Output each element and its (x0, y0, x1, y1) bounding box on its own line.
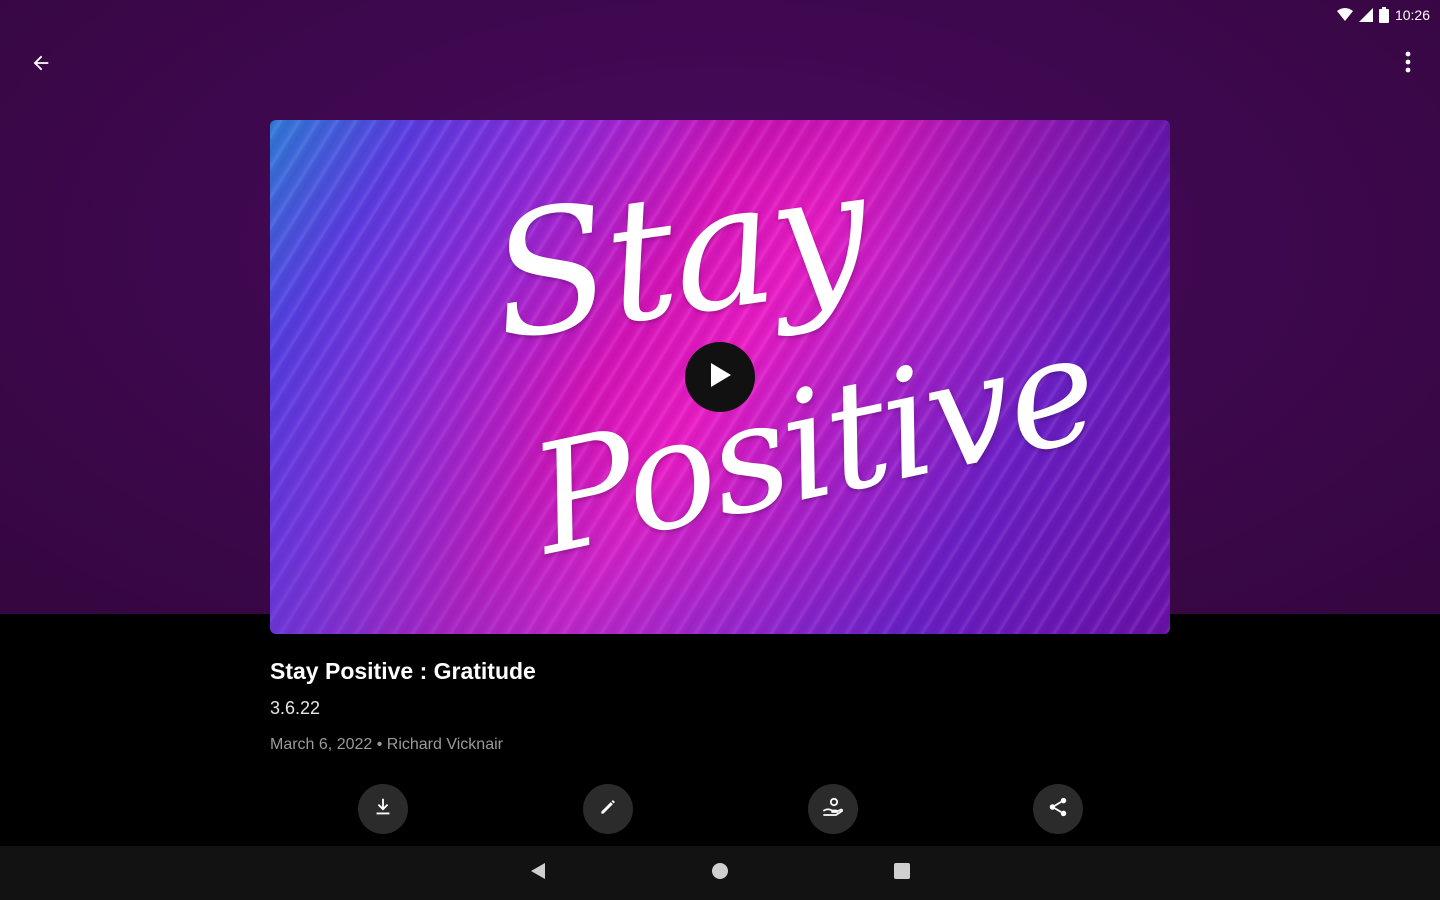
give-button[interactable] (808, 784, 858, 834)
status-time: 10:26 (1394, 7, 1430, 23)
play-button[interactable] (685, 342, 755, 412)
nav-recents-button[interactable] (889, 860, 915, 886)
thumbnail-text-line1: Stay (480, 130, 879, 380)
edit-button[interactable] (583, 784, 633, 834)
arrow-back-icon (30, 52, 52, 79)
back-button[interactable] (22, 46, 60, 84)
nav-home-icon (711, 862, 729, 885)
nav-recents-icon (893, 862, 911, 885)
more-options-button[interactable] (1394, 46, 1422, 82)
nav-home-button[interactable] (707, 860, 733, 886)
media-meta: March 6, 2022 • Richard Vicknair (270, 736, 503, 753)
nav-back-button[interactable] (525, 860, 551, 886)
wifi-icon (1336, 8, 1353, 22)
share-icon (1047, 796, 1069, 823)
give-icon (821, 795, 845, 824)
share-button[interactable] (1033, 784, 1083, 834)
signal-icon (1358, 8, 1373, 22)
media-subtitle: 3.6.22 (270, 698, 321, 718)
status-bar: 10:26 (1336, 4, 1430, 26)
action-bar (0, 784, 1440, 836)
nav-back-icon (529, 861, 547, 886)
download-icon (372, 796, 394, 823)
battery-icon (1378, 7, 1389, 23)
download-button[interactable] (358, 784, 408, 834)
media-title: Stay Positive : Gratitude (270, 658, 536, 684)
system-nav-bar (0, 846, 1440, 900)
more-vert-icon (1405, 51, 1411, 78)
video-thumbnail[interactable]: Stay Positive (270, 120, 1170, 634)
edit-icon (598, 797, 618, 822)
play-icon (707, 361, 733, 394)
